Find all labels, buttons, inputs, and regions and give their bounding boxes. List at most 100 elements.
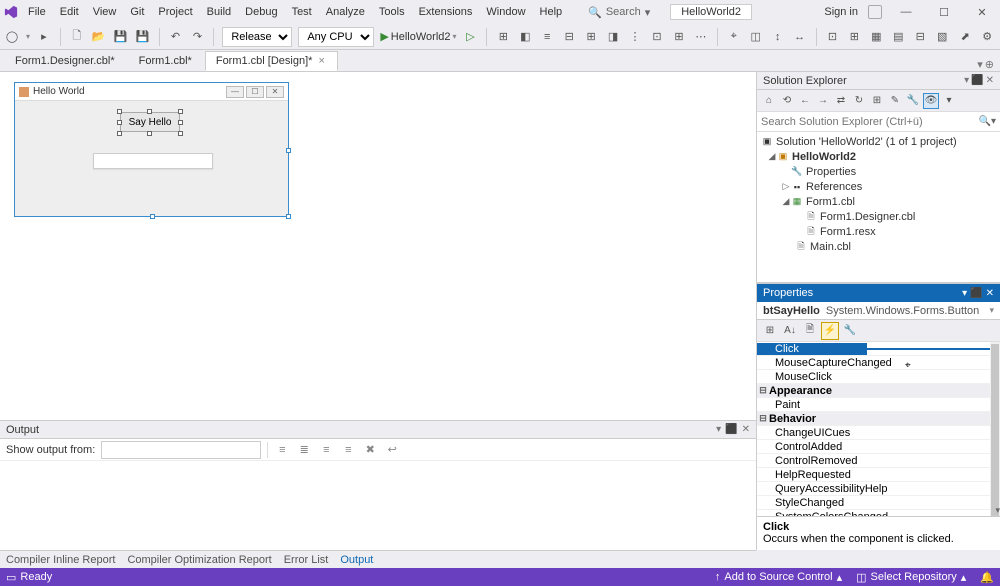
- properties-grid[interactable]: Click ⌖ ▾ MouseCaptureChanged MouseClick…: [757, 342, 1000, 516]
- tab-dropdown-icon[interactable]: ▾: [977, 58, 983, 71]
- panel-pin-icon[interactable]: ⬛: [725, 424, 737, 435]
- close-button[interactable]: ✕: [968, 2, 996, 22]
- se-fwd-icon[interactable]: →: [815, 93, 831, 109]
- panel-close-icon[interactable]: ✕: [986, 288, 994, 299]
- menu-test[interactable]: Test: [286, 4, 318, 20]
- menu-help[interactable]: Help: [534, 4, 569, 20]
- settings-icon[interactable]: ⚙: [978, 28, 996, 46]
- output-wrap-icon[interactable]: ↩: [384, 442, 400, 458]
- event-row[interactable]: Paint: [757, 398, 1000, 412]
- output-tool-icon[interactable]: ≣: [296, 442, 312, 458]
- toolbar-icon[interactable]: ↔: [792, 28, 808, 46]
- tab-error-list[interactable]: Error List: [284, 554, 329, 566]
- toolbar-icon[interactable]: ⊞: [495, 28, 511, 46]
- scrollbar-thumb[interactable]: [991, 344, 999, 516]
- menu-file[interactable]: File: [22, 4, 52, 20]
- chevron-down-icon[interactable]: ▾: [989, 305, 994, 316]
- se-preview-icon[interactable]: 👁: [923, 93, 939, 109]
- event-row[interactable]: MouseClick: [757, 370, 1000, 384]
- event-row[interactable]: MouseCaptureChanged: [757, 356, 1000, 370]
- open-icon[interactable]: 📂: [91, 28, 107, 46]
- panel-close-icon[interactable]: ✕: [986, 75, 994, 86]
- toolbar-icon[interactable]: ◧: [517, 28, 533, 46]
- menu-build[interactable]: Build: [201, 4, 237, 20]
- toolbar-icon[interactable]: ⊞: [671, 28, 687, 46]
- tree-designer-file[interactable]: Form1.Designer.cbl: [820, 211, 915, 223]
- tab-form-cbl[interactable]: Form1.cbl*: [128, 51, 205, 71]
- form-resize-handle[interactable]: [286, 214, 291, 219]
- menu-extensions[interactable]: Extensions: [413, 4, 479, 20]
- resize-handle[interactable]: [117, 131, 122, 136]
- properties-object-selector[interactable]: btSayHello System.Windows.Forms.Button ▾: [757, 302, 1000, 320]
- undo-icon[interactable]: ↶: [168, 28, 184, 46]
- tab-form-design[interactable]: Form1.cbl [Design]*×: [205, 51, 338, 71]
- toolbar-icon[interactable]: ⋯: [693, 28, 709, 46]
- platform-select[interactable]: Any CPU: [298, 27, 374, 47]
- events-tab-icon[interactable]: ⚡: [821, 322, 839, 340]
- solution-config-select[interactable]: Release: [222, 27, 292, 47]
- user-icon[interactable]: [868, 5, 882, 19]
- tree-project[interactable]: HelloWorld2: [792, 151, 856, 163]
- designed-form[interactable]: Hello World — ☐ ✕ Say Hello: [14, 82, 289, 217]
- alphabetical-icon[interactable]: A↓: [781, 322, 799, 340]
- output-clear-icon[interactable]: ✖: [362, 442, 378, 458]
- event-row[interactable]: ChangeUICues: [757, 426, 1000, 440]
- toolbar-icon[interactable]: ▤: [890, 28, 906, 46]
- global-search[interactable]: 🔍 Search ▾: [588, 6, 650, 19]
- toolbar-icon[interactable]: ⋮: [627, 28, 643, 46]
- menu-edit[interactable]: Edit: [54, 4, 85, 20]
- output-tool-icon[interactable]: ≡: [318, 442, 334, 458]
- panel-pin-icon[interactable]: ⬛: [971, 75, 983, 86]
- sign-in-link[interactable]: Sign in: [824, 6, 858, 18]
- resize-handle[interactable]: [147, 131, 152, 136]
- panel-dropdown-icon[interactable]: ▾: [962, 288, 967, 299]
- form-client-area[interactable]: Say Hello: [15, 101, 288, 216]
- tab-compiler-inline[interactable]: Compiler Inline Report: [6, 554, 115, 566]
- solution-explorer-search[interactable]: 🔍▾: [757, 112, 1000, 132]
- event-row[interactable]: SystemColorsChanged: [757, 510, 1000, 516]
- toolbar-icon[interactable]: ▧: [934, 28, 950, 46]
- tree-main-file[interactable]: Main.cbl: [810, 241, 851, 253]
- se-back-icon[interactable]: ←: [797, 93, 813, 109]
- event-row[interactable]: ControlRemoved: [757, 454, 1000, 468]
- se-home-icon[interactable]: ⌂: [761, 93, 777, 109]
- menu-analyze[interactable]: Analyze: [320, 4, 371, 20]
- textbox-control[interactable]: [93, 153, 213, 169]
- category-behavior[interactable]: ⊟Behavior: [757, 412, 1000, 426]
- tab-compiler-opt[interactable]: Compiler Optimization Report: [127, 554, 271, 566]
- redo-icon[interactable]: ↷: [189, 28, 205, 46]
- se-showall-icon[interactable]: ⊞: [869, 93, 885, 109]
- se-search-input[interactable]: [761, 116, 979, 128]
- toolbar-icon[interactable]: ◫: [748, 28, 764, 46]
- resize-handle[interactable]: [117, 120, 122, 125]
- category-appearance[interactable]: ⊟Appearance: [757, 384, 1000, 398]
- resize-handle[interactable]: [117, 109, 122, 114]
- panel-close-icon[interactable]: ✕: [742, 424, 750, 435]
- save-icon[interactable]: 💾: [113, 28, 129, 46]
- collapse-icon[interactable]: ◢: [781, 196, 791, 207]
- se-tool-icon[interactable]: ⟲: [779, 93, 795, 109]
- menu-debug[interactable]: Debug: [239, 4, 283, 20]
- new-project-icon[interactable]: 🗋: [69, 28, 85, 46]
- se-properties-icon[interactable]: 🔧: [905, 93, 921, 109]
- start-debug-button[interactable]: ▶ HelloWorld2 ▾: [380, 30, 456, 43]
- say-hello-button[interactable]: Say Hello: [120, 112, 180, 132]
- toolbar-icon[interactable]: ⊞: [583, 28, 599, 46]
- menu-window[interactable]: Window: [480, 4, 531, 20]
- tree-form[interactable]: Form1.cbl: [806, 196, 855, 208]
- output-tool-icon[interactable]: ≡: [274, 442, 290, 458]
- tab-output[interactable]: Output: [340, 554, 373, 566]
- property-pages-icon[interactable]: 🔧: [841, 322, 859, 340]
- add-source-control[interactable]: ↑ Add to Source Control ▴: [715, 571, 842, 584]
- resize-handle[interactable]: [147, 109, 152, 114]
- output-source-select[interactable]: [101, 441, 261, 459]
- resize-handle[interactable]: [178, 131, 183, 136]
- menu-view[interactable]: View: [87, 4, 123, 20]
- se-filter-icon[interactable]: ▾: [941, 93, 957, 109]
- panel-dropdown-icon[interactable]: ▾: [964, 75, 969, 86]
- menu-tools[interactable]: Tools: [373, 4, 411, 20]
- toolbar-icon[interactable]: ⊟: [561, 28, 577, 46]
- toolbar-icon[interactable]: ⌖: [726, 28, 742, 46]
- output-tool-icon[interactable]: ≡: [340, 442, 356, 458]
- resize-handle[interactable]: [178, 120, 183, 125]
